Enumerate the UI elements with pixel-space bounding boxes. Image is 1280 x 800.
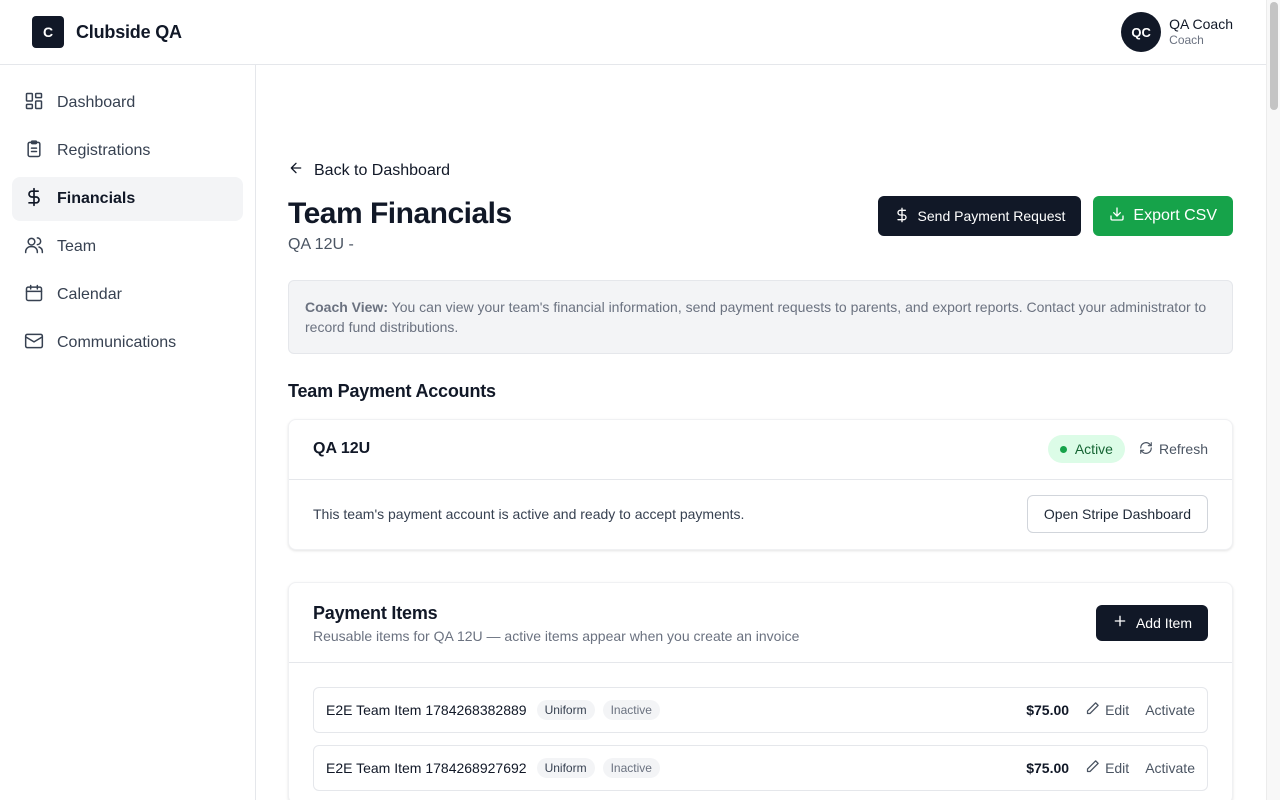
pencil-icon <box>1085 701 1100 719</box>
scrollbar-thumb[interactable] <box>1270 2 1278 110</box>
sidebar-item-communications[interactable]: Communications <box>12 321 243 365</box>
item-actions: $75.00 Edit Activate <box>1026 759 1195 777</box>
dashboard-icon <box>24 91 44 116</box>
category-badge: Uniform <box>536 699 595 720</box>
account-name: QA 12U <box>313 440 371 457</box>
payment-account-card: QA 12U Active Refresh This team's paymen… <box>288 418 1233 550</box>
payment-items-list: E2E Team Item 1784268382889 Uniform Inac… <box>289 663 1232 791</box>
user-name: QA Coach <box>1169 15 1233 32</box>
edit-button[interactable]: Edit <box>1085 759 1129 777</box>
sidebar-item-registrations[interactable]: Registrations <box>12 129 243 173</box>
user-info: QA Coach Coach <box>1169 16 1233 49</box>
coach-view-notice: Coach View: You can view your team's fin… <box>288 279 1233 354</box>
arrow-left-icon <box>288 160 304 181</box>
sidebar: Dashboard Registrations Financials Team … <box>0 65 256 800</box>
title-row: Team Financials QA 12U - Send Payment Re… <box>288 195 1233 254</box>
category-badge: Uniform <box>536 757 595 778</box>
activate-button[interactable]: Activate <box>1145 760 1195 776</box>
account-card-body: This team's payment account is active an… <box>289 480 1232 549</box>
edit-button[interactable]: Edit <box>1085 701 1129 719</box>
account-description: This team's payment account is active an… <box>313 506 745 522</box>
account-card-header: QA 12U Active Refresh <box>289 420 1232 480</box>
export-csv-label: Export CSV <box>1133 207 1217 224</box>
page-title: Team Financials <box>288 197 512 230</box>
payment-items-description: Reusable items for QA 12U — active items… <box>313 627 800 644</box>
sidebar-item-label: Dashboard <box>57 94 136 111</box>
item-name: E2E Team Item 1784268927692 <box>326 759 527 776</box>
sidebar-item-label: Communications <box>57 334 177 351</box>
brand-logo: C <box>32 16 64 48</box>
user-role: Coach <box>1169 33 1204 48</box>
activate-button[interactable]: Activate <box>1145 702 1195 718</box>
item-price: $75.00 <box>1026 701 1070 718</box>
add-item-label: Add Item <box>1135 614 1192 631</box>
brand-name: Clubside QA <box>76 21 182 42</box>
send-payment-request-button[interactable]: Send Payment Request <box>877 196 1082 236</box>
calendar-icon <box>24 283 44 308</box>
open-stripe-dashboard-button[interactable]: Open Stripe Dashboard <box>1026 495 1208 533</box>
refresh-label: Refresh <box>1158 441 1208 457</box>
add-item-button[interactable]: Add Item <box>1095 604 1208 641</box>
team-payment-accounts-title: Team Payment Accounts <box>288 380 496 401</box>
item-info: E2E Team Item 1784268927692 Uniform Inac… <box>326 757 660 778</box>
sidebar-item-label: Financials <box>57 190 136 207</box>
payment-items-card: Payment Items Reusable items for QA 12U … <box>288 581 1233 800</box>
dollar-icon <box>24 187 44 212</box>
payment-items-header: Payment Items Reusable items for QA 12U … <box>289 583 1232 663</box>
status-label: Active <box>1074 441 1113 457</box>
send-payment-request-label: Send Payment Request <box>917 208 1066 224</box>
sidebar-item-label: Calendar <box>57 286 122 303</box>
back-to-dashboard-link[interactable]: Back to Dashboard <box>288 160 450 181</box>
users-icon <box>24 235 44 260</box>
payment-items-title: Payment Items <box>313 602 438 623</box>
dollar-icon <box>894 207 910 226</box>
list-item: E2E Team Item 1784268927692 Uniform Inac… <box>313 744 1208 791</box>
status-badge: Inactive <box>602 699 660 720</box>
item-actions: $75.00 Edit Activate <box>1026 701 1195 719</box>
payment-items-heading: Payment Items Reusable items for QA 12U … <box>313 603 799 644</box>
sidebar-item-financials[interactable]: Financials <box>12 177 243 221</box>
status-badge: Inactive <box>602 757 660 778</box>
avatar[interactable]: QC <box>1121 12 1162 52</box>
sidebar-item-label: Registrations <box>57 142 151 159</box>
edit-label: Edit <box>1105 759 1130 776</box>
status-dot-icon <box>1059 445 1067 453</box>
export-csv-button[interactable]: Export CSV <box>1093 196 1233 236</box>
download-icon <box>1109 206 1125 227</box>
back-label: Back to Dashboard <box>314 161 451 179</box>
list-item: E2E Team Item 1784268382889 Uniform Inac… <box>313 686 1208 733</box>
mail-icon <box>24 331 44 356</box>
refresh-button[interactable]: Refresh <box>1139 441 1208 458</box>
sidebar-item-team[interactable]: Team <box>12 225 243 269</box>
title-block: Team Financials QA 12U - <box>288 195 512 254</box>
main-content: Back to Dashboard Team Financials QA 12U… <box>288 160 1233 800</box>
status-badge: Active <box>1047 435 1125 463</box>
brand[interactable]: C Clubside QA <box>32 16 182 48</box>
plus-icon <box>1112 613 1128 632</box>
notice-strong: Coach View: <box>305 298 388 315</box>
sidebar-item-dashboard[interactable]: Dashboard <box>12 81 243 125</box>
user-menu[interactable]: QC QA Coach Coach <box>1121 12 1233 52</box>
header-actions: Send Payment Request Export CSV <box>877 196 1233 236</box>
page-subtitle: QA 12U - <box>288 235 354 253</box>
item-name: E2E Team Item 1784268382889 <box>326 701 527 718</box>
item-price: $75.00 <box>1026 759 1070 776</box>
account-status-area: Active Refresh <box>1047 435 1208 463</box>
pencil-icon <box>1085 759 1100 777</box>
page-scrollbar[interactable] <box>1266 0 1280 800</box>
clipboard-icon <box>24 139 44 164</box>
item-info: E2E Team Item 1784268382889 Uniform Inac… <box>326 699 660 720</box>
sidebar-item-label: Team <box>57 238 97 255</box>
top-header: C Clubside QA QC QA Coach Coach <box>0 0 1266 65</box>
refresh-icon <box>1139 441 1153 458</box>
edit-label: Edit <box>1105 701 1130 718</box>
notice-text: You can view your team's financial infor… <box>305 298 1207 335</box>
sidebar-item-calendar[interactable]: Calendar <box>12 273 243 317</box>
